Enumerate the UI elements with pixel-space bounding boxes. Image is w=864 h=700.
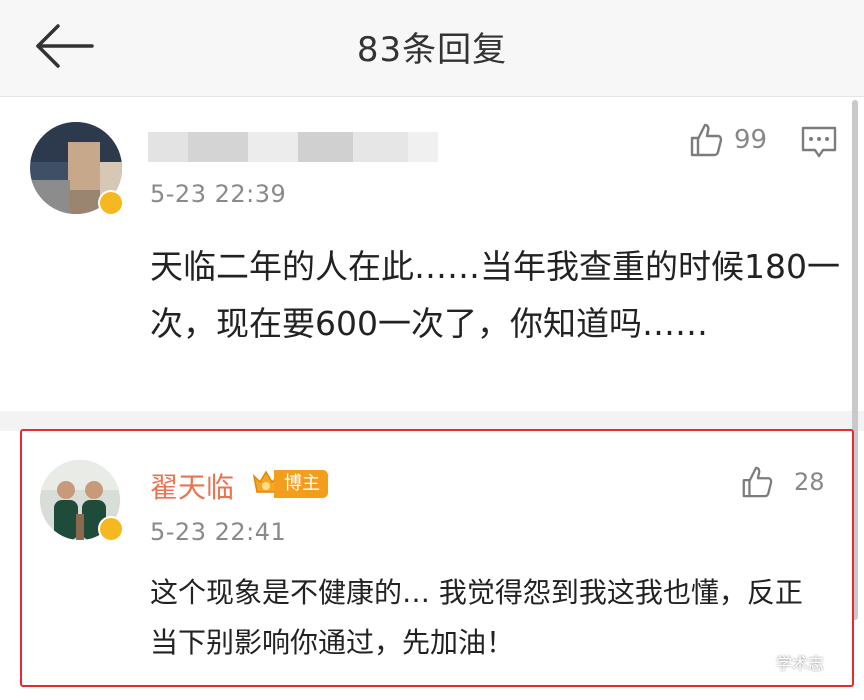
wechat-icon <box>742 651 769 673</box>
like-count: 99 <box>734 125 768 155</box>
watermark: 学术志 <box>742 650 824 674</box>
blogger-badge: 博主 <box>274 470 328 498</box>
comment-text: 这个现象是不健康的… 我觉得怨到我这我也懂，反正当下别影响你通过，先加油！ <box>150 576 803 659</box>
thumbs-up-icon <box>690 123 723 157</box>
divider <box>0 411 864 431</box>
author-name[interactable]: 翟天临 <box>150 466 234 506</box>
like-button[interactable]: 99 <box>688 122 767 158</box>
comment-time: 5-23 22:41 <box>150 518 287 546</box>
like-count: 28 <box>794 468 825 496</box>
comment-bubble-icon <box>801 126 837 158</box>
comment-time: 5-23 22:39 <box>150 180 287 208</box>
comment-text: 天临二年的人在此……当年我查重的时候180一次，现在要600一次了，你知道吗…… <box>150 247 840 343</box>
page-title: 83条回复 <box>356 30 508 70</box>
like-button[interactable]: 28 <box>740 465 825 499</box>
verified-badge-icon <box>98 516 124 542</box>
watermark-text: 学术志 <box>776 654 825 673</box>
username-blurred <box>148 122 438 168</box>
verified-badge-icon <box>98 190 124 216</box>
thumbs-up-icon <box>742 466 773 498</box>
reply-button[interactable] <box>800 124 838 160</box>
top-bar: 83条回复 <box>0 0 864 97</box>
